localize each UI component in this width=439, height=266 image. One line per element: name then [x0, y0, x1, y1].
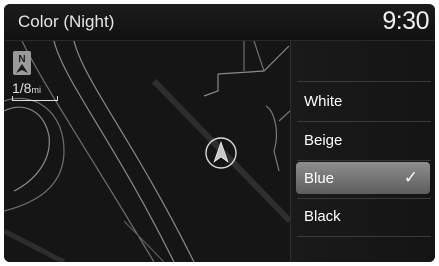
color-options-menu: White Beige Blue ✓ Black [290, 41, 435, 262]
vehicle-position-icon [203, 135, 239, 171]
clock: 9:30 [382, 7, 429, 35]
map-scale-unit: mi [31, 85, 41, 95]
option-blue[interactable]: Blue ✓ [291, 162, 435, 196]
svg-text:N: N [18, 54, 25, 65]
map-scale-value: 1/8 [12, 80, 32, 96]
map-view[interactable]: N 1/8mi [4, 41, 290, 262]
menu-divider [297, 160, 431, 161]
menu-divider [297, 121, 431, 122]
option-label: White [304, 93, 343, 110]
screen-title: Color (Night) [18, 12, 115, 31]
checkmark-icon: ✓ [403, 168, 418, 187]
nav-screen: Color (Night) 9:30 N 1/8mi White Beige B… [4, 4, 435, 262]
option-label: Beige [304, 132, 343, 149]
menu-divider [297, 236, 431, 237]
map-scale-bar [12, 96, 58, 101]
option-white[interactable]: White [291, 85, 435, 119]
map-roads [4, 41, 290, 262]
option-beige[interactable]: Beige [291, 124, 435, 158]
option-black[interactable]: Black [291, 200, 435, 234]
title-bar: Color (Night) 9:30 [4, 4, 435, 41]
map-scale: 1/8mi [12, 80, 41, 96]
option-label: Black [304, 208, 341, 225]
menu-divider [297, 81, 431, 82]
north-up-icon[interactable]: N [13, 51, 31, 75]
menu-divider [297, 198, 431, 199]
option-label: Blue [304, 170, 335, 187]
